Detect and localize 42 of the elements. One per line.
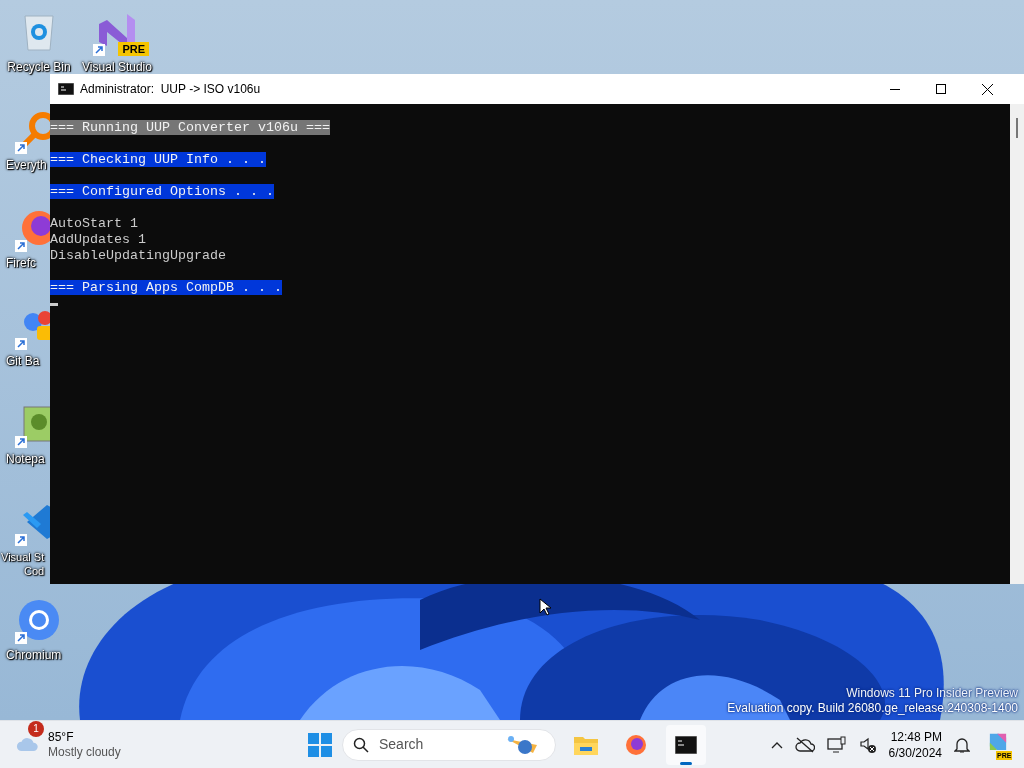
taskbar-app-button[interactable] <box>666 724 706 765</box>
temperature: 85°F <box>48 729 75 745</box>
speaker-muted-icon[interactable] <box>858 735 877 754</box>
desktop-icon-label[interactable]: Visual St <box>0 550 45 564</box>
minimize-icon <box>890 88 900 90</box>
start-icon[interactable] <box>308 732 332 757</box>
desktop-icon-label[interactable]: Git Ba <box>0 354 40 368</box>
monitor-icon[interactable] <box>826 735 847 754</box>
console-icon <box>58 83 74 95</box>
preview-badge: PRE <box>118 42 149 56</box>
maximize-icon <box>936 84 946 94</box>
desktop-icon-label[interactable]: Firefc <box>0 256 36 270</box>
desktop-icon-label[interactable]: Notepa <box>0 452 45 466</box>
console-icon <box>675 735 697 754</box>
scrollbar[interactable] <box>1010 104 1024 584</box>
weather-condition: Mostly cloudy <box>48 744 121 760</box>
text-cursor <box>50 302 58 306</box>
notification-badge: 1 <box>28 720 44 737</box>
recycle-bin-icon <box>21 12 57 52</box>
bell-icon[interactable] <box>954 735 970 754</box>
search-field[interactable]: Search <box>342 728 556 761</box>
cloud-off-icon[interactable] <box>794 736 815 753</box>
console-line: AddUpdates 1 <box>50 232 146 247</box>
desktop-icon-label[interactable]: Cod <box>0 564 45 578</box>
desktop-icon-label[interactable]: Everyth <box>0 158 47 172</box>
window-title: Administrator: UUP -> ISO v106u <box>80 81 261 98</box>
close-icon <box>981 83 993 95</box>
mouse-pointer-icon <box>539 598 551 616</box>
folder-icon <box>574 734 598 755</box>
firefox-icon <box>625 733 647 756</box>
clock-time[interactable]: 12:48 PM <box>890 728 942 745</box>
console-line: AutoStart 1 <box>50 216 138 231</box>
desktop-icon-label[interactable]: Chromium <box>0 648 62 662</box>
desktop-icon-label[interactable]: Visual Studio <box>82 60 152 74</box>
search-icon <box>353 736 369 753</box>
chromium-icon <box>17 598 61 642</box>
copilot-icon[interactable] <box>988 731 1008 751</box>
console-line: DisableUpdatingUpgrade <box>50 248 226 263</box>
desktop-icon-label[interactable]: Recycle Bin <box>7 60 71 74</box>
clock-date[interactable]: 6/30/2024 <box>888 744 942 761</box>
search-placeholder: Search <box>379 735 424 754</box>
chevron-up-icon[interactable] <box>770 740 783 749</box>
